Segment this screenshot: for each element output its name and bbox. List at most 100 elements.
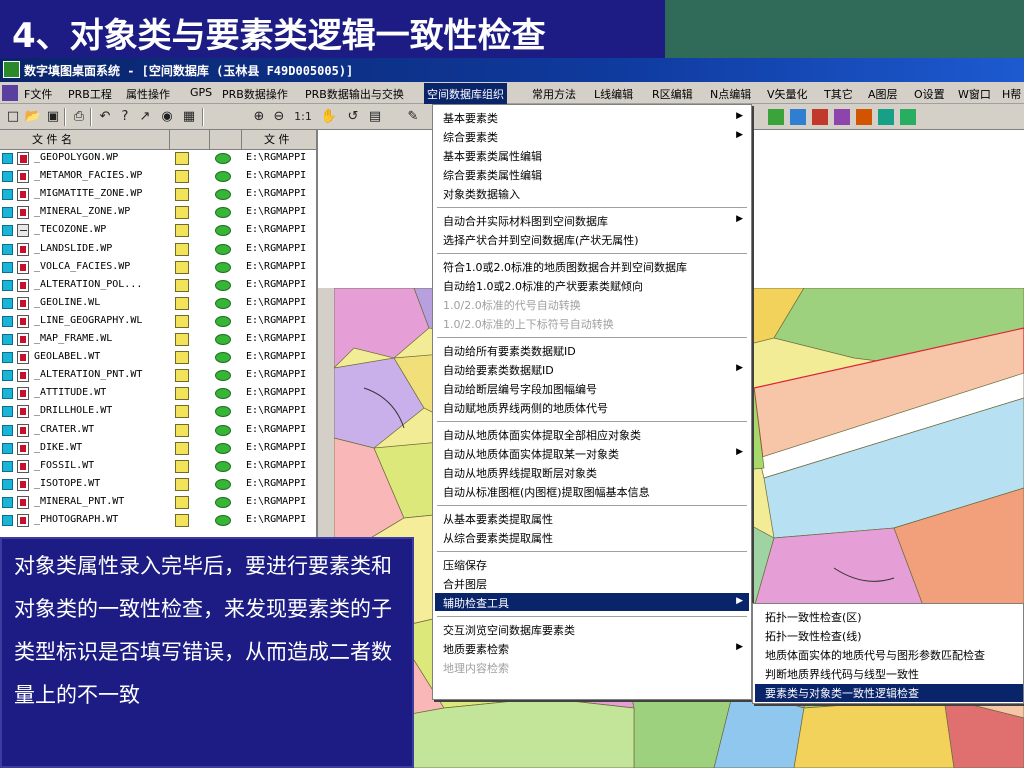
layer-checkbox[interactable]: [2, 442, 13, 454]
lock-icon[interactable]: [175, 369, 189, 383]
menu-item[interactable]: 压缩保存: [443, 557, 487, 573]
menu-attribute-ops[interactable]: 属性操作: [124, 85, 172, 103]
menu-item[interactable]: 自动给断层编号字段加图幅编号: [443, 381, 597, 397]
lock-icon[interactable]: [175, 351, 189, 365]
menu-item-feature-object-check[interactable]: 要素类与对象类一致性逻辑检查: [765, 685, 919, 701]
edit-state-icon[interactable]: [215, 297, 231, 309]
zoom-in-icon[interactable]: ⊕: [250, 108, 268, 126]
lock-icon[interactable]: [175, 152, 189, 165]
lock-icon[interactable]: [175, 296, 189, 310]
layer-checkbox[interactable]: [2, 279, 13, 291]
menu-item-topology-line[interactable]: 拓扑一致性检查(线): [765, 628, 862, 644]
file-row[interactable]: _VOLCA_FACIES.WP E:\RGMAPPI: [0, 259, 316, 277]
menu-spatial-db[interactable]: 空间数据库组织: [424, 83, 507, 105]
menu-gps[interactable]: GPS: [188, 85, 214, 100]
help-icon[interactable]: ?: [116, 108, 134, 126]
save-icon[interactable]: ▣: [44, 108, 62, 126]
edit-state-icon[interactable]: [215, 442, 231, 454]
layer-checkbox[interactable]: [2, 496, 13, 508]
zoom-ratio[interactable]: 1:1: [290, 108, 316, 126]
edit-state-icon[interactable]: [215, 279, 231, 291]
pen-icon[interactable]: ✎: [404, 108, 422, 126]
layer-checkbox[interactable]: [2, 370, 13, 382]
context-help-icon[interactable]: ↗: [136, 108, 154, 126]
menu-item[interactable]: 从基本要素类提取属性: [443, 511, 553, 527]
lock-icon[interactable]: [175, 459, 189, 473]
edit-state-icon[interactable]: [215, 460, 231, 472]
menu-help[interactable]: H帮: [1000, 85, 1023, 103]
file-row[interactable]: _MIGMATITE_ZONE.WP E:\RGMAPPI: [0, 186, 316, 204]
lock-icon[interactable]: [175, 188, 189, 202]
edit-state-icon[interactable]: [215, 261, 231, 273]
app-menu-icon[interactable]: [2, 85, 18, 101]
menu-item[interactable]: 综合要素类属性编辑: [443, 167, 542, 183]
menu-item[interactable]: 自动从地质体面实体提取某一对象类: [443, 446, 619, 462]
menu-item[interactable]: 交互浏览空间数据库要素类: [443, 622, 575, 638]
lock-icon[interactable]: [175, 514, 189, 527]
menu-item[interactable]: 自动从地质体面实体提取全部相应对象类: [443, 427, 641, 443]
edit-state-icon[interactable]: [215, 171, 231, 183]
edit-state-icon[interactable]: [215, 243, 231, 255]
lock-icon[interactable]: [175, 170, 189, 184]
lock-icon[interactable]: [175, 224, 189, 238]
lock-icon[interactable]: [175, 441, 189, 455]
file-row[interactable]: GEOLABEL.WT E:\RGMAPPI: [0, 349, 316, 367]
vectorize-tool-icon[interactable]: [768, 109, 784, 125]
refresh-icon[interactable]: ↺: [344, 108, 362, 126]
menu-item[interactable]: 地质要素检索: [443, 641, 509, 657]
layer-checkbox[interactable]: [2, 207, 13, 219]
file-row[interactable]: _GEOPOLYGON.WP E:\RGMAPPI: [0, 150, 316, 168]
menu-item[interactable]: 从综合要素类提取属性: [443, 530, 553, 546]
edit-state-icon[interactable]: [215, 225, 231, 237]
menu-line-edit[interactable]: L线编辑: [592, 85, 635, 103]
layer-checkbox[interactable]: [2, 153, 13, 164]
menu-item-code-param-check[interactable]: 地质体面实体的地质代号与图形参数匹配检查: [765, 647, 985, 663]
file-row[interactable]: _DIKE.WT E:\RGMAPPI: [0, 440, 316, 458]
menu-region-edit[interactable]: R区编辑: [650, 85, 695, 103]
layer-checkbox[interactable]: [2, 334, 13, 345]
lock-icon[interactable]: [175, 260, 189, 274]
file-row[interactable]: _GEOLINE.WL E:\RGMAPPI: [0, 295, 316, 313]
layer-checkbox[interactable]: [2, 352, 13, 364]
file-row[interactable]: _CRATER.WT E:\RGMAPPI: [0, 422, 316, 440]
layer-checkbox[interactable]: [2, 189, 13, 201]
file-row[interactable]: _ATTITUDE.WT E:\RGMAPPI: [0, 385, 316, 403]
cut-line-tool-icon[interactable]: [812, 109, 828, 125]
edit-state-icon[interactable]: [215, 334, 231, 345]
zoom-out-icon[interactable]: ⊖: [270, 108, 288, 126]
menu-file[interactable]: F文件: [22, 85, 54, 103]
lock-icon[interactable]: [175, 477, 189, 491]
file-row[interactable]: _ALTERATION_POL... E:\RGMAPPI: [0, 277, 316, 295]
menu-item[interactable]: 自动合并实际材料图到空间数据库: [443, 213, 608, 229]
edit-state-icon[interactable]: [215, 406, 231, 418]
layer-checkbox[interactable]: [2, 424, 13, 436]
layer-checkbox[interactable]: [2, 261, 13, 273]
menu-window[interactable]: W窗口: [956, 85, 993, 103]
edit-state-icon[interactable]: [215, 478, 231, 490]
print-icon[interactable]: ⎙: [70, 108, 88, 126]
edit-state-icon[interactable]: [215, 370, 231, 382]
edit-state-icon[interactable]: [215, 424, 231, 436]
lock-icon[interactable]: [175, 206, 189, 220]
menu-item-boundary-line-check[interactable]: 判断地质界线代码与线型一致性: [765, 666, 919, 682]
edit-state-icon[interactable]: [215, 515, 231, 526]
lock-icon[interactable]: [175, 314, 189, 328]
menu-other[interactable]: T其它: [822, 85, 855, 103]
file-row[interactable]: _PHOTOGRAPH.WT E:\RGMAPPI: [0, 512, 316, 530]
layer-checkbox[interactable]: [2, 171, 13, 183]
file-row[interactable]: _ISOTOPE.WT E:\RGMAPPI: [0, 476, 316, 494]
edit-state-icon[interactable]: [215, 496, 231, 508]
menu-item[interactable]: 合并图层: [443, 576, 487, 592]
edit-state-icon[interactable]: [215, 189, 231, 201]
file-row[interactable]: _FOSSIL.WT E:\RGMAPPI: [0, 458, 316, 476]
lock-icon[interactable]: [175, 405, 189, 419]
layer-checkbox[interactable]: [2, 388, 13, 400]
file-row[interactable]: _MINERAL_ZONE.WP E:\RGMAPPI: [0, 204, 316, 222]
menu-item[interactable]: 自动从地质界线提取断层对象类: [443, 465, 597, 481]
lock-icon[interactable]: [175, 387, 189, 401]
menu-item[interactable]: 基本要素类属性编辑: [443, 148, 542, 164]
layer-checkbox[interactable]: [2, 243, 13, 255]
new-file-icon[interactable]: □: [4, 108, 22, 126]
menu-item[interactable]: 自动给要素类数据赋ID: [443, 362, 554, 378]
menu-point-edit[interactable]: N点编辑: [708, 85, 753, 103]
